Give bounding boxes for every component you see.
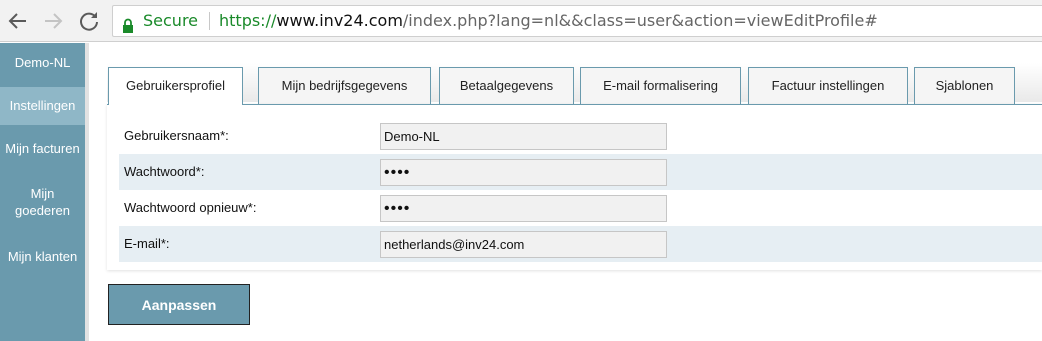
username-field[interactable]	[380, 123, 667, 150]
form-row-email: E-mail*:	[119, 226, 1042, 262]
reload-icon[interactable]	[77, 9, 101, 33]
tab-e-mail-formalisering[interactable]: E-mail formalisering	[580, 67, 741, 104]
sidebar-item-mijn-facturen[interactable]: Mijn facturen	[0, 140, 85, 157]
form-row-username: Gebruikersnaam*:	[119, 118, 1042, 154]
lock-icon	[122, 13, 134, 33]
secure-label: Secure	[143, 11, 199, 30]
omnibox-divider	[209, 12, 210, 30]
sidebar-item-mijn-goederen[interactable]: Mijn goederen	[0, 185, 85, 219]
tab-betaalgegevens[interactable]: Betaalgegevens	[439, 67, 574, 104]
sidebar-item-instellingen[interactable]: Instellingen	[0, 87, 85, 125]
forward-arrow-icon[interactable]	[41, 9, 65, 33]
sidebar: Demo-NL Instellingen Mijn facturen Mijn …	[0, 43, 85, 341]
sidebar-username: Demo-NL	[14, 55, 71, 70]
sidebar-item-mijn-klanten[interactable]: Mijn klanten	[0, 248, 85, 265]
submit-button[interactable]: Aanpassen	[108, 284, 250, 325]
url-host: www.inv24.com	[276, 11, 403, 30]
profile-form: Gebruikersnaam*: Wachtwoord*: Wachtwoord…	[107, 104, 1042, 270]
form-row-password-repeat: Wachtwoord opnieuw*:	[119, 190, 1042, 226]
password-repeat-label: Wachtwoord opnieuw*:	[124, 200, 257, 215]
browser-toolbar: Secure https://www.inv24.com/index.php?l…	[0, 0, 1042, 42]
address-bar[interactable]: Secure https://www.inv24.com/index.php?l…	[112, 5, 1042, 37]
back-arrow-icon[interactable]	[6, 9, 30, 33]
form-row-password: Wachtwoord*:	[119, 154, 1042, 190]
tab-gebruikersprofiel[interactable]: Gebruikersprofiel	[108, 67, 243, 105]
password-repeat-field[interactable]	[380, 195, 667, 222]
url-path: /index.php?lang=nl&&class=user&action=vi…	[402, 11, 878, 30]
username-label: Gebruikersnaam*:	[124, 128, 229, 143]
tab-sjablonen[interactable]: Sjablonen	[914, 67, 1015, 104]
main-content: Gebruikersprofiel Mijn bedrijfsgegevens …	[89, 43, 1042, 341]
email-field[interactable]	[380, 231, 667, 258]
tab-factuur-instellingen[interactable]: Factuur instellingen	[748, 67, 908, 104]
email-label: E-mail*:	[124, 236, 170, 251]
password-field[interactable]	[380, 159, 667, 186]
tab-mijn-bedrijfsgegevens[interactable]: Mijn bedrijfsgegevens	[258, 67, 431, 104]
password-label: Wachtwoord*:	[124, 164, 205, 179]
url-scheme: https://	[219, 11, 277, 30]
url-text: https://www.inv24.com/index.php?lang=nl&…	[219, 6, 878, 36]
